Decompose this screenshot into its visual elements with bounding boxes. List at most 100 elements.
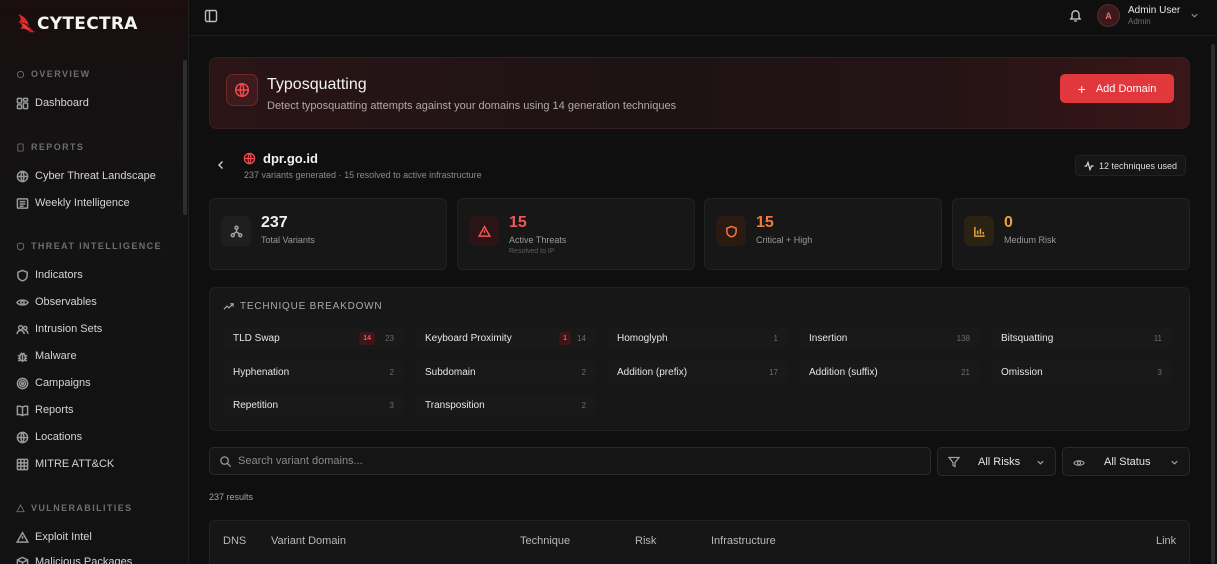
eye-icon <box>1073 460 1085 466</box>
column-header[interactable]: Technique <box>520 535 570 547</box>
globe-icon <box>16 170 29 182</box>
technique-item[interactable]: Hyphenation 2 <box>223 361 403 383</box>
bug-icon <box>17 351 28 362</box>
shield-icon <box>17 269 28 282</box>
sidebar-item-intrusion-sets[interactable]: Intrusion Sets <box>16 320 102 338</box>
technique-item[interactable]: Keyboard Proximity 1 14 <box>415 327 595 349</box>
sidebar-item-reports[interactable]: Reports <box>16 401 74 419</box>
results-count: 237 results <box>209 492 254 502</box>
sidebar-item-label: Indicators <box>35 269 83 281</box>
section-overview: OVERVIEW <box>16 69 91 79</box>
bell-icon[interactable] <box>1068 8 1083 23</box>
user-name: Admin User <box>1128 4 1181 16</box>
sidebar-item-mitre-attack[interactable]: MITRE ATT&CK <box>16 455 114 473</box>
newspaper-icon <box>16 197 29 209</box>
stat-total-variants: 237 Total Variants <box>209 198 447 270</box>
technique-hit-badge: 1 <box>559 331 571 345</box>
stat-medium-risk: 0 Medium Risk <box>952 198 1190 270</box>
sidebar: CYTECTRA OVERVIEW Dashboard REPORTS Cybe… <box>0 0 189 564</box>
sidebar-item-weekly-intelligence[interactable]: Weekly Intelligence <box>16 194 130 212</box>
sidebar-item-label: Observables <box>35 296 97 308</box>
sidebar-item-label: Malicious Packages <box>35 556 133 564</box>
column-header[interactable]: Infrastructure <box>711 535 776 547</box>
topbar: A Admin User Admin <box>189 0 1217 36</box>
page-subtitle: Detect typosquatting attempts against yo… <box>267 100 677 112</box>
stat-label: Critical + High <box>756 235 813 245</box>
technique-item[interactable]: Bitsquatting 11 <box>991 327 1171 349</box>
chevron-left-icon[interactable] <box>215 159 227 171</box>
sidebar-item-label: MITRE ATT&CK <box>35 458 115 470</box>
avatar: A <box>1097 4 1120 27</box>
status-filter-value: All Status <box>1104 455 1151 468</box>
main-scrollbar[interactable] <box>1211 44 1215 564</box>
sidebar-item-campaigns[interactable]: Campaigns <box>16 374 91 392</box>
sidebar-item-cyber-threat-landscape[interactable]: Cyber Threat Landscape <box>16 167 156 185</box>
add-domain-button[interactable]: + Add Domain <box>1060 74 1174 103</box>
sidebar-item-label: Campaigns <box>35 377 91 389</box>
alert-icon <box>16 530 29 543</box>
technique-item[interactable]: Subdomain 2 <box>415 361 595 383</box>
globe-icon <box>243 152 256 165</box>
technique-item[interactable]: TLD Swap 14 23 <box>223 327 403 349</box>
sidebar-toggle-icon[interactable] <box>204 9 218 23</box>
stat-critical-high: 15 Critical + High <box>704 198 942 270</box>
sidebar-item-observables[interactable]: Observables <box>16 293 97 311</box>
technique-item[interactable]: Insertion 138 <box>799 327 979 349</box>
sidebar-item-label: Dashboard <box>35 97 89 109</box>
main-content: A Admin User Admin Typosquatting Detect … <box>189 0 1217 564</box>
stat-value: 0 <box>1004 214 1013 231</box>
stat-value: 15 <box>756 214 774 231</box>
filter-icon <box>948 456 960 468</box>
technique-item[interactable]: Repetition 3 <box>223 394 403 416</box>
domain-header: dpr.go.id 237 variants generated · 15 re… <box>209 150 1190 186</box>
stat-sub: Resolved to IP <box>509 248 555 255</box>
activity-icon <box>1084 160 1094 171</box>
technique-item[interactable]: Addition (suffix) 21 <box>799 361 979 383</box>
column-header[interactable]: Link <box>1156 535 1176 547</box>
technique-item[interactable]: Transposition 2 <box>415 394 595 416</box>
sidebar-item-malicious-packages[interactable]: Malicious Packages <box>16 553 132 564</box>
sidebar-item-indicators[interactable]: Indicators <box>16 266 83 284</box>
book-icon <box>16 404 29 417</box>
sidebar-scrollbar[interactable] <box>183 60 187 215</box>
technique-item[interactable]: Addition (prefix) 17 <box>607 361 787 383</box>
column-header[interactable]: DNS <box>223 535 246 547</box>
user-role: Admin <box>1128 16 1151 26</box>
sidebar-item-label: Intrusion Sets <box>35 323 103 335</box>
technique-item[interactable]: Omission 3 <box>991 361 1171 383</box>
user-menu[interactable]: A Admin User Admin <box>1097 4 1199 27</box>
stat-value: 15 <box>509 214 527 231</box>
globe-icon <box>16 431 29 443</box>
page-header: Typosquatting Detect typosquatting attem… <box>209 57 1190 129</box>
bar-chart-icon <box>973 226 985 237</box>
sidebar-item-label: Cyber Threat Landscape <box>35 170 156 182</box>
user-info: Admin User Admin <box>1128 5 1180 27</box>
plus-icon: + <box>1077 80 1086 97</box>
sidebar-item-label: Malware <box>35 350 77 362</box>
column-header[interactable]: Variant Domain <box>271 535 346 547</box>
stat-icon-box <box>469 216 499 246</box>
chevron-down-icon <box>1191 13 1198 18</box>
shield-small-icon <box>16 241 25 251</box>
sidebar-item-locations[interactable]: Locations <box>16 428 82 446</box>
column-header[interactable]: Risk <box>635 535 656 547</box>
brand-logo[interactable]: CYTECTRA <box>16 12 138 36</box>
page-title: Typosquatting <box>267 76 367 93</box>
target-icon <box>16 377 29 389</box>
warning-small-icon <box>16 503 25 512</box>
technique-breakdown-title: TECHNIQUE BREAKDOWN <box>223 301 382 312</box>
sidebar-item-exploit-intel[interactable]: Exploit Intel <box>16 528 92 546</box>
status-filter-select[interactable]: All Status <box>1062 447 1190 476</box>
risk-filter-select[interactable]: All Risks <box>937 447 1056 476</box>
package-icon <box>16 556 29 564</box>
add-domain-label: Add Domain <box>1095 82 1157 95</box>
network-icon <box>230 225 242 237</box>
search-input[interactable] <box>238 448 918 474</box>
sidebar-item-malware[interactable]: Malware <box>16 347 77 365</box>
sidebar-item-label: Reports <box>35 404 74 416</box>
brand-name: CYTECTRA <box>37 14 138 34</box>
sidebar-item-dashboard[interactable]: Dashboard <box>16 94 89 112</box>
stat-icon-box <box>221 216 251 246</box>
search-icon <box>220 456 232 468</box>
technique-item[interactable]: Homoglyph 1 <box>607 327 787 349</box>
